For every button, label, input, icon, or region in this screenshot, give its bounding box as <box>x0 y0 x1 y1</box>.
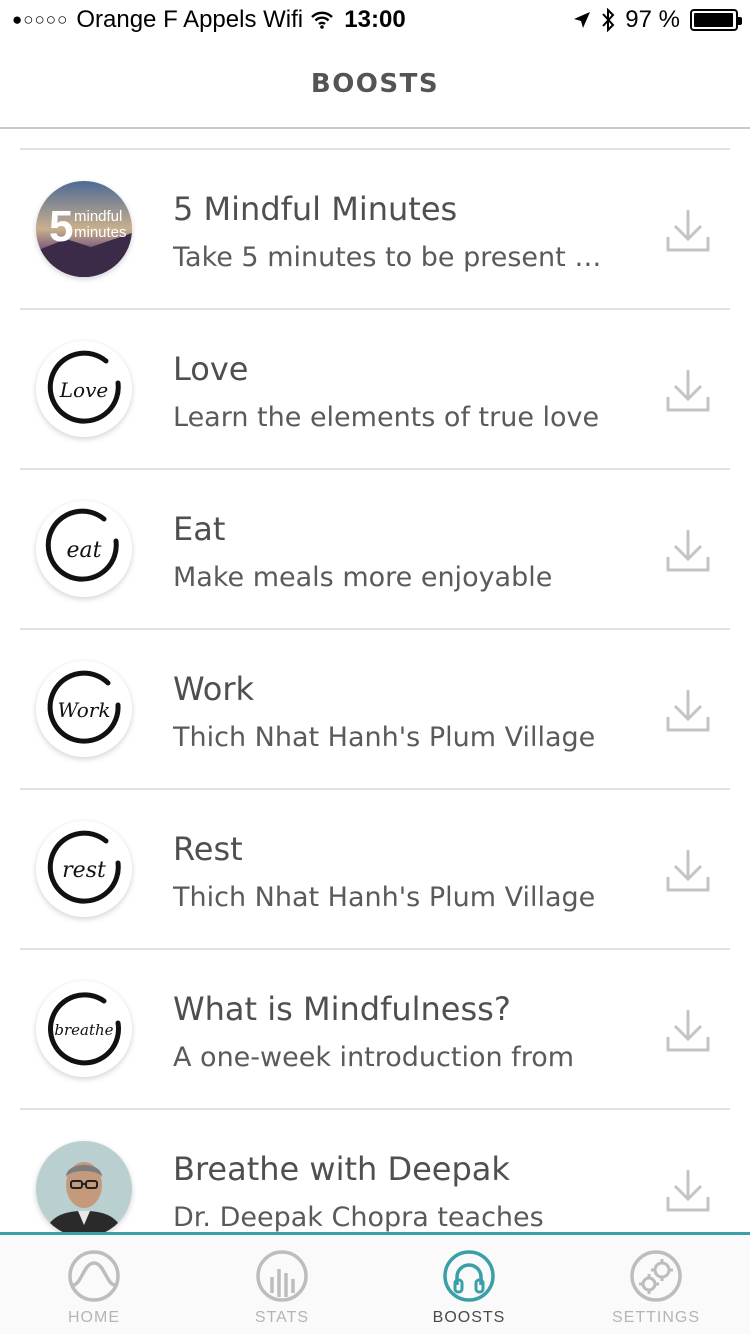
list-item[interactable]: 5 mindful minutes 5 Mindful Minutes Take… <box>20 150 730 310</box>
thumb-mindful-text: mindful <box>74 208 122 225</box>
list-item[interactable]: eat Eat Make meals more enjoyable <box>20 470 730 630</box>
status-bar: ●○○○○ Orange F Appels Wifi 13:00 97 % <box>0 0 750 40</box>
list-item[interactable]: breathe What is Mindfulness? A one-week … <box>20 950 730 1110</box>
boost-title: Work <box>173 670 255 708</box>
thumb-love-text: Love <box>59 378 108 402</box>
boost-description: Take 5 minutes to be present and mindful <box>173 242 613 273</box>
battery-icon <box>690 9 742 31</box>
thumb-5-text: 5 <box>49 202 73 251</box>
thumb-rest-text: rest <box>62 858 106 883</box>
tab-label: SETTINGS <box>611 1309 700 1326</box>
headphones-icon <box>443 1250 495 1302</box>
work-enso-icon: Work <box>36 661 132 757</box>
breathe-enso-icon: breathe <box>36 981 132 1077</box>
boost-description: Thich Nhat Hanh's Plum Village <box>173 722 596 753</box>
love-enso-icon: Love <box>36 341 132 437</box>
boost-list[interactable]: 5 mindful minutes 5 Mindful Minutes Take… <box>20 148 730 1232</box>
tab-boosts[interactable]: BOOSTS <box>375 1235 563 1334</box>
location-arrow-icon <box>574 12 591 28</box>
boost-description: Make meals more enjoyable <box>173 562 553 593</box>
download-icon[interactable] <box>665 847 711 893</box>
rest-enso-icon: rest <box>36 821 132 917</box>
download-icon[interactable] <box>665 1007 711 1053</box>
status-right: 97 % <box>563 6 742 34</box>
tab-bar: HOME STATS BOOSTS SETTINGS <box>0 1232 750 1334</box>
thumb-eat-text: eat <box>67 538 102 563</box>
boost-description: A one-week introduction from <box>173 1042 575 1073</box>
thumb-work-text: Work <box>58 698 111 722</box>
boost-title: Love <box>173 350 249 388</box>
boost-description: Learn the elements of true love <box>173 402 600 433</box>
boost-title: Eat <box>173 510 226 548</box>
tab-home[interactable]: HOME <box>0 1235 188 1334</box>
tab-settings[interactable]: SETTINGS <box>562 1235 750 1334</box>
home-wave-icon <box>68 1250 120 1302</box>
battery-level <box>694 13 733 27</box>
eat-enso-icon: eat <box>36 501 132 597</box>
list-item[interactable]: Love Love Learn the elements of true lov… <box>20 310 730 470</box>
tab-stats[interactable]: STATS <box>188 1235 376 1334</box>
stats-bars-icon <box>256 1250 308 1302</box>
thumb-minutes-text: minutes <box>74 224 127 241</box>
boost-title: 5 Mindful Minutes <box>173 190 458 228</box>
download-icon[interactable] <box>665 687 711 733</box>
boost-title: What is Mindfulness? <box>173 990 511 1028</box>
thumb-breathe-text: breathe <box>54 1021 113 1039</box>
battery-percent: 97 % <box>625 6 680 33</box>
download-icon[interactable] <box>665 207 711 253</box>
list-item[interactable]: Breathe with Deepak Dr. Deepak Chopra te… <box>20 1110 730 1232</box>
5-mindful-minutes-image: 5 mindful minutes <box>36 181 132 277</box>
boost-description: Dr. Deepak Chopra teaches <box>173 1202 544 1232</box>
list-item[interactable]: rest Rest Thich Nhat Hanh's Plum Village <box>20 790 730 950</box>
boost-description: Thich Nhat Hanh's Plum Village <box>173 882 596 913</box>
tab-label: STATS <box>254 1309 310 1326</box>
download-icon[interactable] <box>665 527 711 573</box>
bluetooth-icon <box>602 8 615 32</box>
download-icon[interactable] <box>665 1167 711 1213</box>
download-icon[interactable] <box>665 367 711 413</box>
tab-label: HOME <box>68 1309 120 1326</box>
boost-title: Breathe with Deepak <box>173 1150 510 1188</box>
tab-label: BOOSTS <box>432 1309 506 1326</box>
boost-title: Rest <box>173 830 243 868</box>
page-title: BOOSTS <box>310 69 440 99</box>
deepak-avatar <box>36 1141 132 1232</box>
navigation-bar: BOOSTS <box>0 40 750 129</box>
list-item[interactable]: Work Work Thich Nhat Hanh's Plum Village <box>20 630 730 790</box>
gear-icon <box>630 1250 682 1302</box>
